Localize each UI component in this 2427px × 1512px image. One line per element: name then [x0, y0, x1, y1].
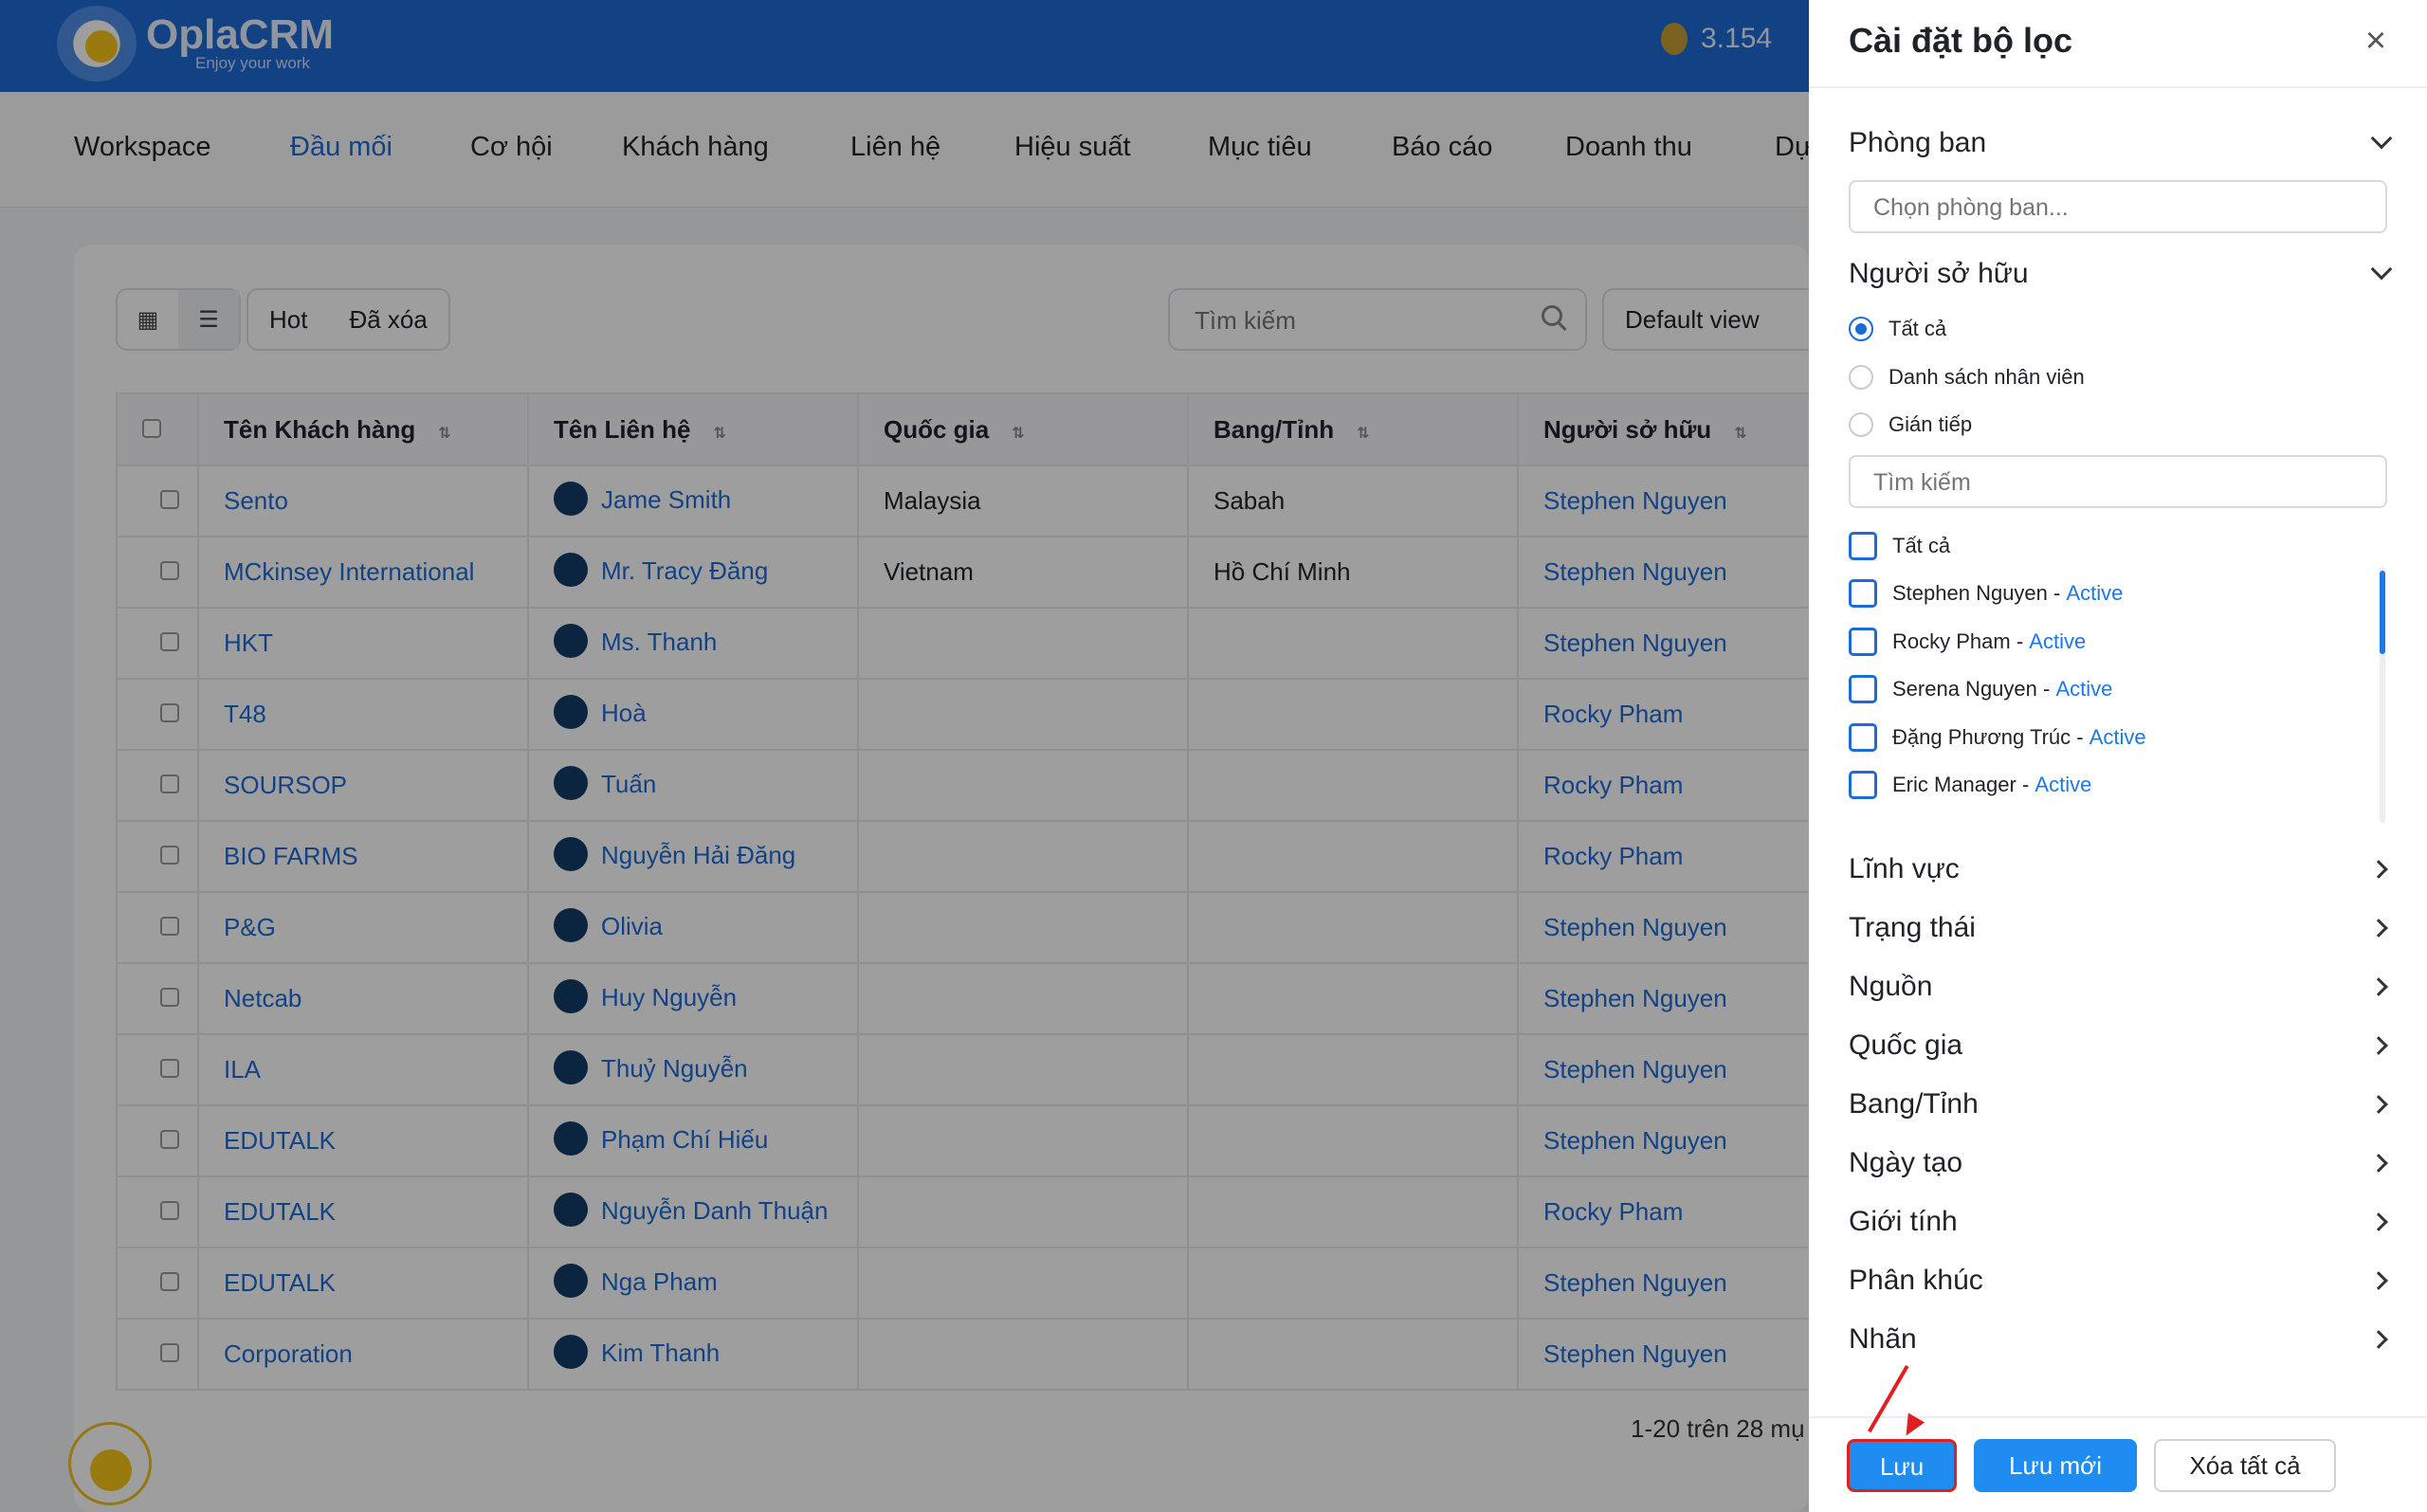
owner-name: Eric Manager [1892, 773, 2016, 796]
section-country[interactable]: Quốc gia [1849, 1026, 2397, 1067]
owner-name: Rocky Pham [1892, 629, 2011, 653]
section-owner[interactable]: Người sở hữu [1849, 254, 2397, 296]
owner-search [1849, 455, 2387, 508]
radio-button[interactable] [1849, 365, 1873, 390]
owner-search-input[interactable] [1873, 466, 2347, 499]
section-segment[interactable]: Phân khúc [1849, 1261, 2397, 1303]
chevron-right-icon [2369, 919, 2388, 938]
owner-name: Stephen Nguyen [1892, 581, 2048, 605]
radio-button[interactable] [1849, 317, 1873, 341]
owner-option[interactable]: Serena Nguyen - Active [1849, 673, 2112, 705]
chevron-right-icon [2369, 1330, 2388, 1349]
drawer-title: Cài đặt bộ lọc [1849, 21, 2073, 60]
section-label: Người sở hữu [1849, 258, 2029, 289]
owner-status: Active [2066, 581, 2124, 605]
owner-list-scroll-thumb[interactable] [2380, 571, 2385, 654]
chevron-right-icon [2369, 860, 2388, 879]
section-state[interactable]: Bang/Tỉnh [1849, 1084, 2397, 1126]
save-button[interactable]: Lưu [1847, 1439, 1957, 1492]
check-label: Tất cả [1892, 534, 1951, 557]
section-source[interactable]: Nguồn [1849, 967, 2397, 1009]
divider [1809, 1416, 2427, 1418]
checkbox[interactable] [1849, 771, 1877, 799]
section-label: Trạng thái [1849, 912, 1976, 943]
section-label: Phòng ban [1849, 127, 1987, 158]
section-industry[interactable]: Lĩnh vực [1849, 849, 2397, 891]
check-all-owners[interactable]: Tất cả [1849, 530, 1950, 562]
section-label: Phân khúc [1849, 1265, 1983, 1296]
section-label: Ngày tạo [1849, 1147, 1963, 1178]
section-tags[interactable]: Nhãn [1849, 1320, 2397, 1361]
section-label: Nguồn [1849, 971, 1933, 1002]
owner-status: Active [2055, 677, 2113, 701]
chevron-right-icon [2369, 1271, 2388, 1290]
owner-check-list: Tất cả Stephen Nguyen - Active Rocky Pha… [1849, 527, 2399, 821]
section-label: Bang/Tỉnh [1849, 1088, 1979, 1120]
save-new-button[interactable]: Lưu mới [1974, 1439, 2137, 1492]
section-gender[interactable]: Giới tính [1849, 1202, 2397, 1244]
section-label: Lĩnh vực [1849, 853, 1960, 884]
department-select [1849, 180, 2387, 233]
section-label: Nhãn [1849, 1323, 1917, 1355]
department-input[interactable] [1873, 191, 2347, 224]
checkbox[interactable] [1849, 723, 1877, 752]
clear-all-button[interactable]: Xóa tất cả [2154, 1439, 2336, 1492]
chevron-down-icon [2370, 127, 2393, 150]
radio-label: Danh sách nhân viên [1889, 365, 2085, 389]
owner-option[interactable]: Rocky Pham - Active [1849, 626, 2086, 658]
radio-button[interactable] [1849, 412, 1873, 437]
chevron-down-icon [2370, 258, 2393, 281]
filter-drawer: Cài đặt bộ lọc × Phòng ban Người sở hữu … [1809, 0, 2427, 1512]
owner-status: Active [2035, 773, 2092, 796]
section-department[interactable]: Phòng ban [1849, 123, 2397, 165]
checkbox[interactable] [1849, 532, 1877, 560]
divider [1809, 86, 2427, 88]
radio-all[interactable]: Tất cả [1849, 313, 1946, 345]
owner-option[interactable]: Stephen Nguyen - Active [1849, 577, 2123, 610]
owner-option[interactable]: Eric Manager - Active [1849, 769, 2091, 801]
checkbox[interactable] [1849, 628, 1877, 656]
radio-indirect[interactable]: Gián tiếp [1849, 409, 1972, 441]
section-label: Giới tính [1849, 1206, 1958, 1237]
owner-name: Serena Nguyen [1892, 677, 2037, 701]
close-icon[interactable]: × [2357, 23, 2395, 61]
owner-status: Active [2029, 629, 2087, 653]
section-created-date[interactable]: Ngày tạo [1849, 1143, 2397, 1185]
chevron-right-icon [2369, 977, 2388, 996]
checkbox[interactable] [1849, 675, 1877, 703]
modal-overlay[interactable] [0, 0, 1809, 1512]
chevron-right-icon [2369, 1212, 2388, 1231]
owner-status: Active [2089, 725, 2146, 749]
radio-employee-list[interactable]: Danh sách nhân viên [1849, 361, 2085, 393]
radio-label: Tất cả [1889, 317, 1947, 340]
owner-option[interactable]: Đặng Phương Trúc - Active [1849, 721, 2146, 754]
checkbox[interactable] [1849, 579, 1877, 608]
chevron-right-icon [2369, 1154, 2388, 1173]
radio-label: Gián tiếp [1889, 412, 1973, 436]
section-label: Quốc gia [1849, 1029, 1963, 1061]
section-status[interactable]: Trạng thái [1849, 908, 2397, 950]
chevron-right-icon [2369, 1095, 2388, 1114]
chevron-right-icon [2369, 1036, 2388, 1055]
owner-name: Đặng Phương Trúc [1892, 725, 2071, 749]
